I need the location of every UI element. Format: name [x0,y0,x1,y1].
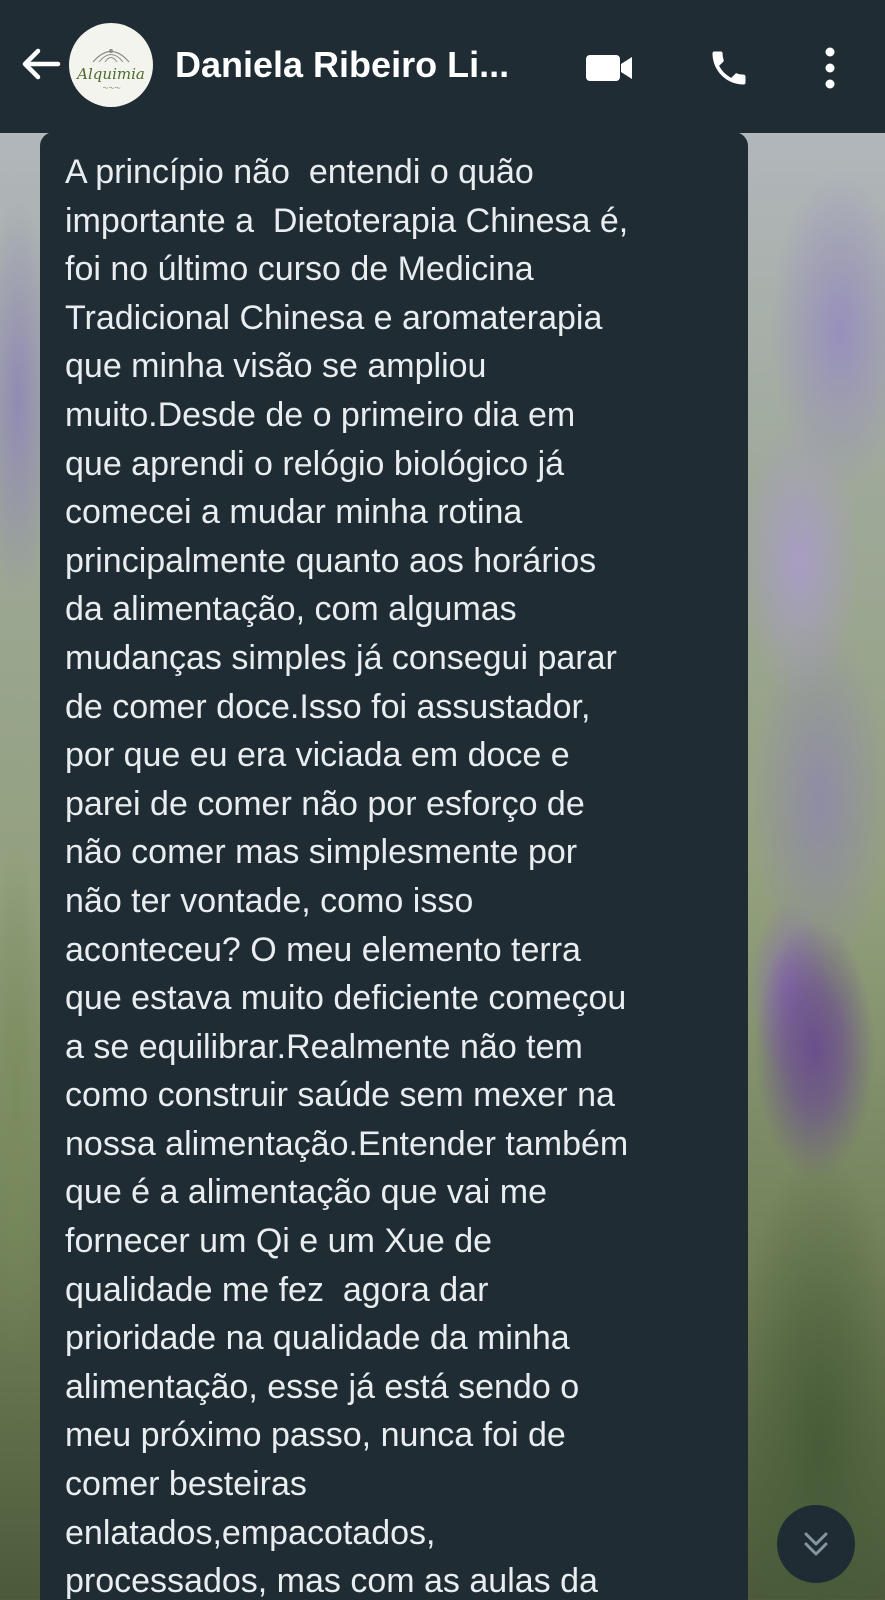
more-vertical-icon [825,47,835,89]
message-line: a se equilibrar.Realmente não tem [65,1027,583,1066]
message-line: comecei a mudar minha rotina [65,493,523,532]
message-line: fornecer um Qi e um Xue de [65,1222,493,1261]
chat-header: Alquimia ～～～ Daniela Ribeiro Li... [0,0,885,133]
more-options-button[interactable] [800,38,860,98]
contact-avatar[interactable]: Alquimia ～～～ [69,23,153,107]
message-line: que estava muito deficiente começou [65,979,627,1018]
message-line: como construir saúde sem mexer na [65,1076,615,1115]
message-line: nossa alimentação.Entender também [65,1124,629,1163]
arrow-left-icon [22,48,61,80]
message-line: qualidade me fez agora dar [65,1270,489,1309]
message-line: mudanças simples já consegui parar [65,638,617,677]
message-line: da alimentação, com algumas [65,590,517,629]
avatar-brand-text: Alquimia [77,64,145,83]
message-line: comer besteiras [65,1465,307,1504]
message-line: que é a alimentação que vai me [65,1173,547,1212]
message-line: parei de comer não por esforço de [65,784,585,823]
message-line: processados, mas com as aulas da [65,1562,598,1600]
message-text: A princípio não entendi o quão important… [65,148,724,1600]
back-button[interactable] [14,38,66,90]
message-line: A princípio não entendi o quão [65,153,534,191]
message-line: importante a Dietoterapia Chinesa é, [65,201,629,240]
message-line: meu próximo passo, nunca foi de [65,1416,566,1455]
message-line: prioridade na qualidade da minha [65,1319,570,1358]
message-line: principalmente quanto aos horários [65,541,597,580]
message-line: muito.Desde de o primeiro dia em [65,395,576,434]
message-line: de comer doce.Isso foi assustador, [65,687,591,726]
message-line: não ter vontade, como isso [65,881,474,920]
scroll-to-bottom-button[interactable] [777,1505,855,1583]
message-line: que aprendi o relógio biológico já [65,444,565,483]
message-line: Tradicional Chinesa e aromaterapia [65,298,603,337]
voice-call-button[interactable] [699,38,759,98]
contact-name[interactable]: Daniela Ribeiro Li... [175,40,555,90]
message-line: por que eu era viciada em doce e [65,736,570,775]
message-line: enlatados,empacotados, [65,1513,436,1552]
message-line: não comer mas simplesmente por [65,833,578,872]
message-line: foi no último curso de Medicina [65,250,534,289]
double-chevron-down-icon [804,1532,828,1556]
message-bubble[interactable]: A princípio não entendi o quão important… [40,132,748,1600]
avatar-tagline-scribble: ～～～ [101,84,120,92]
message-line: aconteceu? O meu elemento terra [65,930,581,969]
phone-icon [712,51,746,85]
message-line: que minha visão se ampliou [65,347,487,386]
mandala-logo-icon [92,48,130,62]
video-call-button[interactable] [580,38,640,98]
video-camera-icon [586,55,632,81]
message-line: alimentação, esse já está sendo o [65,1367,580,1406]
